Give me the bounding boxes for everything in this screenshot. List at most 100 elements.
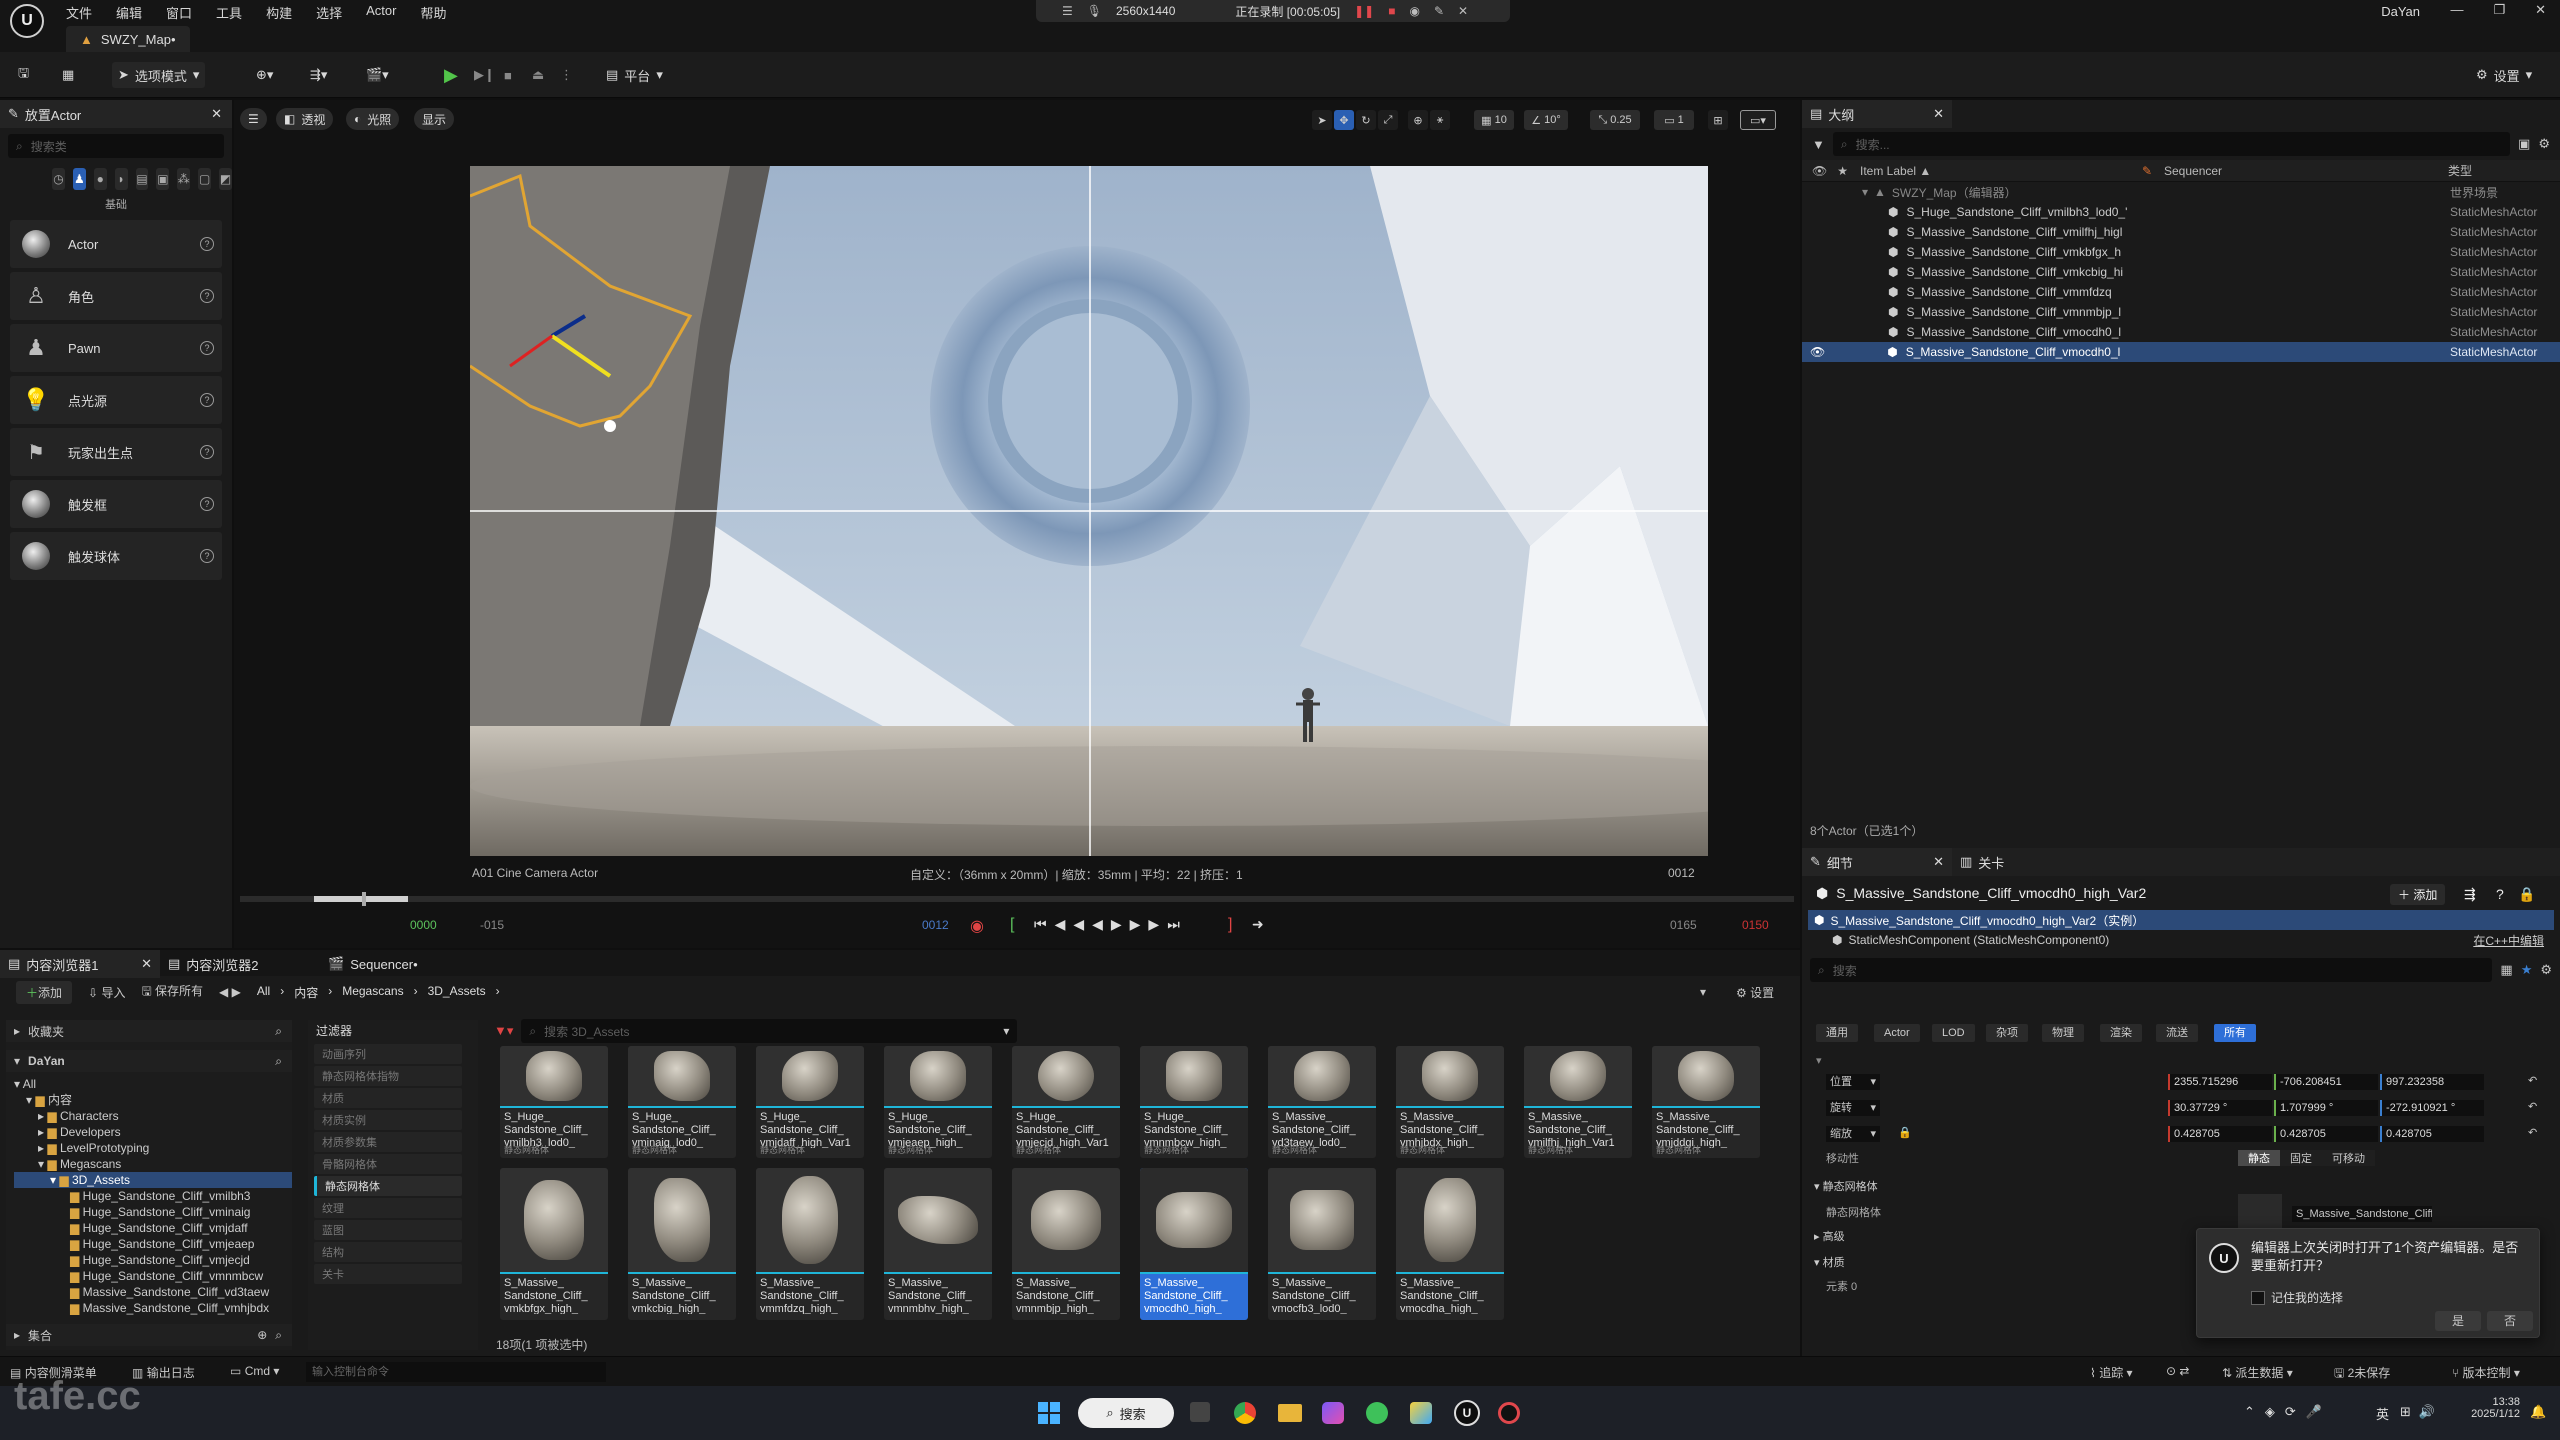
close-icon[interactable]: ✕ [1933,106,1944,122]
play-icon[interactable]: ▶ [438,62,464,88]
pause-icon[interactable]: ❚❚ [1354,4,1374,18]
static-mesh-thumb[interactable] [2238,1194,2282,1230]
table-row-selected[interactable]: 👁 ⬢ S_Massive_Sandstone_Cliff_vmocdh0_l Sta… [1802,342,2560,362]
col-item-label[interactable]: Item Label ▲ [1860,164,1931,178]
taskbar-search[interactable]: ⌕ 搜索 [1078,1398,1174,1428]
clock[interactable]: 13:38 2025/1/12 [2462,1396,2520,1420]
loop-icon[interactable]: ➜ [1252,916,1264,933]
location-x-field[interactable]: 2355.715296 [2168,1074,2272,1090]
maximize-viewport-icon[interactable]: ⊞ [1708,110,1728,130]
advanced-section[interactable]: ▸ 高级 [1814,1228,1845,1244]
asset-tile[interactable]: S_Massive_ Sandstone_Cliff_ vmilfhj_high… [1524,1046,1632,1158]
transform-chevron-icon[interactable]: ▾ [1816,1054,1822,1067]
timeline-scrubber[interactable] [240,892,1794,906]
point-light-item[interactable]: 💡 点光源? [10,376,222,424]
add-component-button[interactable]: ＋ 添加 [2390,884,2446,905]
asset-tile[interactable]: S_Massive_ Sandstone_Cliff_ vmocdha_high… [1396,1168,1504,1320]
help-icon[interactable]: ? [200,549,214,563]
table-row[interactable]: ⬢ S_Massive_Sandstone_Cliff_vmkbfgx_h Stat… [1802,242,2560,262]
save-all-button[interactable]: 🖫 保存所有 [141,982,203,1003]
search-icon[interactable]: ⌕ [275,1024,282,1039]
filter-item[interactable]: 纹理 [314,1198,462,1218]
menu-edit[interactable]: 编辑 [116,3,142,22]
blueprint-icon[interactable]: ⇶▾ [304,62,333,88]
place-actors-tab[interactable]: ✎ 放置Actor ✕ [0,100,232,128]
level-tab[interactable]: ▥ 关卡 [1952,848,2004,876]
asset-tile[interactable]: S_Massive_ Sandstone_Cliff_ vmnmbhv_high… [884,1168,992,1320]
tree-item[interactable]: ▸ ▆ LevelPrototyping [14,1140,292,1156]
asset-tile[interactable]: S_Huge_ Sandstone_Cliff_ vmjdaff_high_Va… [756,1046,864,1158]
menu-window[interactable]: 窗口 [166,3,192,22]
scale-tool-icon[interactable]: ⤢ [1378,110,1398,130]
rotation-y-field[interactable]: 1.707999 ° [2274,1100,2378,1116]
windows-start-icon[interactable] [1038,1402,1060,1424]
favorites-section[interactable]: ▸ 收藏夹 ⌕ [6,1020,292,1042]
chrome-icon[interactable] [1234,1402,1256,1424]
select-mode-button[interactable]: ➤ 选项模式 ▾ [112,62,206,88]
pen-icon[interactable]: ✎ [1434,4,1444,18]
show-button[interactable]: 显示 [414,108,455,130]
mobility-toggle[interactable]: 静态 固定 可移动 [2238,1150,2375,1166]
filter-general[interactable]: 通用 [1816,1024,1858,1042]
expand-icon[interactable]: ▾ [1862,185,1868,199]
surface-snap-icon[interactable]: ⚹ [1430,110,1450,130]
add-actor-icon[interactable]: ⊕▾ [250,62,279,88]
static-mesh-dropdown[interactable]: S_Massive_Sandstone_Cliff_vmc [2292,1206,2432,1222]
select-tool-icon[interactable]: ➤ [1312,110,1332,130]
chevron-down-icon[interactable]: ▾ [1700,985,1706,999]
tree-item[interactable]: ▆ Huge_Sandstone_Cliff_vmjeaep [14,1236,292,1252]
player-start-item[interactable]: ⚑ 玩家出生点? [10,428,222,476]
menu-tools[interactable]: 工具 [216,3,242,22]
add-folder-icon[interactable]: ▣ [2518,136,2530,152]
crumb-content[interactable]: 内容 [294,984,318,1001]
filter-item[interactable]: 材质 [314,1088,462,1108]
close-icon[interactable]: ✕ [1933,854,1944,870]
menu-build[interactable]: 构建 [266,3,292,22]
asset-tile[interactable]: S_Huge_ Sandstone_Cliff_ vmjecjd_high_Va… [1012,1046,1120,1158]
search-icon[interactable]: ⌕ [275,1328,282,1343]
close-icon[interactable]: ✕ [141,956,152,972]
cmd-dropdown[interactable]: ▭ Cmd ▾ [230,1364,279,1378]
col-sequencer[interactable]: Sequencer [2164,164,2222,178]
stop-play-icon[interactable]: ■ [498,62,518,88]
recorder-icon[interactable] [1498,1402,1520,1424]
pawn-item[interactable]: ♟ Pawn? [10,324,222,372]
outliner-tab[interactable]: ▤ 大纲 ✕ [1802,100,1952,128]
asset-tile[interactable]: S_Massive_ Sandstone_Cliff_ vmjddgi_high… [1652,1046,1760,1158]
asset-tile[interactable]: S_Massive_ Sandstone_Cliff_ vmocfb3_lod0… [1268,1168,1376,1320]
shapes-icon[interactable]: ◗ [114,168,128,190]
tree-item[interactable]: ▆ Huge_Sandstone_Cliff_vmjdaff [14,1220,292,1236]
help-icon[interactable]: ? [200,393,214,407]
help-icon[interactable]: ? [200,237,214,251]
file-explorer-icon[interactable] [1278,1404,1302,1422]
sequencer-tab[interactable]: 🎬 Sequencer• [320,950,480,978]
level-viewport[interactable]: ☰ ◧ 透视 ◐ 光照 显示 ➤ ✥ ↻ ⤢ ⊕ ⚹ ▦ 10 ∠ 10° ⤡ 0.… [234,100,1800,948]
camera-icon[interactable]: ◉ [1409,4,1419,18]
rotation-z-field[interactable]: -272.910921 ° [2380,1100,2484,1116]
trigger-sphere-item[interactable]: 触发球体? [10,532,222,580]
import-button[interactable]: ⇩ 导入 [88,984,125,1001]
tree-item[interactable]: ▾ ▆ Megascans [14,1156,292,1172]
details-tab[interactable]: ✎ 细节 ✕ [1802,848,1952,876]
unreal-taskbar-icon[interactable]: U [1454,1400,1480,1426]
move-tool-icon[interactable]: ✥ [1334,110,1354,130]
scale-dropdown[interactable]: 缩放 ▾ [1826,1126,1880,1142]
filter-physics[interactable]: 物理 [2042,1024,2084,1042]
static-mesh-section[interactable]: ▾ 静态网格体 [1814,1178,1878,1194]
component-row[interactable]: ⬢ StaticMeshComponent (StaticMeshComponen… [1808,930,2554,950]
outliner-root-row[interactable]: ▾ ▲ SWZY_Map（编辑器） 世界场景 [1802,182,2560,202]
location-y-field[interactable]: -706.208451 [2274,1074,2378,1090]
asset-tile[interactable]: S_Huge_ Sandstone_Cliff_ vmilbh3_lod0_ 静态… [500,1046,608,1158]
help-icon[interactable]: ? [200,445,214,459]
lights-icon[interactable]: ● [93,168,107,190]
eject-icon[interactable]: ⏏ [526,62,550,88]
asset-tile[interactable]: S_Huge_ Sandstone_Cliff_ vmnmbcw_high_ 静态… [1140,1046,1248,1158]
tree-item-selected[interactable]: ▾ ▆ 3D_Assets [14,1172,292,1188]
asset-tile[interactable]: S_Huge_ Sandstone_Cliff_ vmjeaep_high_ 静态… [884,1046,992,1158]
playhead[interactable] [362,892,366,906]
map-tab[interactable]: ▲ SWZY_Map• [66,26,190,52]
tree-item[interactable]: ▆ Huge_Sandstone_Cliff_vmnmbcw [14,1268,292,1284]
help-icon[interactable]: ? [200,341,214,355]
filter-item[interactable]: 结构 [314,1242,462,1262]
recent-icon[interactable]: ◷ [52,168,65,190]
